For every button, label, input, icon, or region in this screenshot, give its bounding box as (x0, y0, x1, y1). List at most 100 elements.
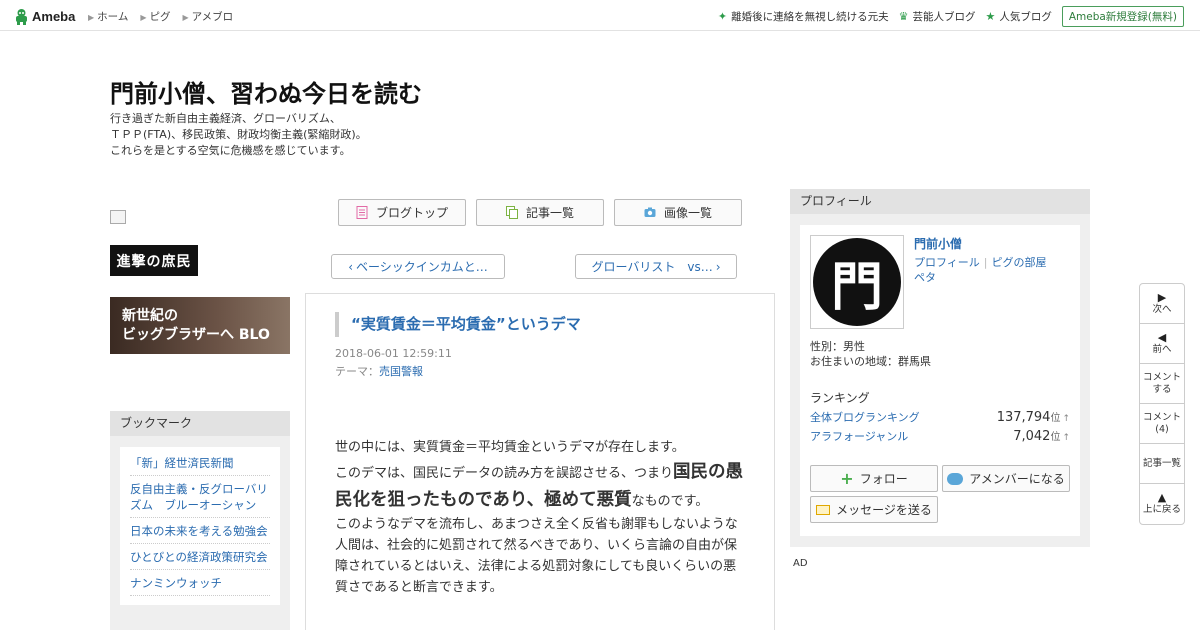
bookmark-item[interactable]: 日本の未来を考える勉強会 (130, 521, 270, 544)
banner-line: ビッグブラザーへ BLO (122, 327, 270, 343)
tab-blog-top[interactable]: ブログトップ (338, 199, 466, 226)
plus-icon: + (840, 469, 854, 488)
entry-list-button[interactable]: 記事一覧 (1140, 444, 1184, 484)
crown-icon: ♛ (898, 10, 909, 23)
top-nav: ▶ ホーム ▶ ピグ ▶ アメブロ (88, 9, 245, 24)
bookmark-item[interactable]: ナンミンウォッチ (130, 573, 270, 596)
tab-entry-list[interactable]: 記事一覧 (476, 199, 604, 226)
comment-label: する (1152, 383, 1172, 395)
ranking-unit: 位 (1050, 413, 1061, 424)
nav-home[interactable]: ▶ ホーム (88, 9, 128, 24)
tab-blog-top-label: ブログトップ (375, 206, 448, 220)
trending-topic-link[interactable]: ✦ 離婚後に連絡を無視し続ける元夫 (718, 9, 889, 24)
next-label: 次へ (1152, 303, 1172, 315)
comment-button[interactable]: コメント する (1140, 364, 1184, 404)
profile-card: 門 門前小僧 プロフィール | ピグの部屋 ペタ 性別：男性 お住まいの地域：群馬県… (800, 225, 1080, 536)
entry-text: なものです。 (631, 494, 709, 509)
trending-topic-label: 離婚後に連絡を無視し続ける元夫 (731, 11, 889, 23)
ameba-logo-text: Ameba (32, 8, 76, 24)
celebrity-blog-label: 芸能人ブログ (912, 11, 976, 23)
bookmark-item[interactable]: ひとびとの経済政策研究会 (130, 547, 270, 570)
prev-button[interactable]: ◀ 前へ (1140, 324, 1184, 364)
genre-ranking-link[interactable]: アラフォージャンル (810, 428, 908, 444)
sparkle-icon: ✦ (717, 10, 728, 23)
back-to-top-label: 上に戻る (1142, 504, 1181, 515)
chevron-left-icon: ‹ (348, 259, 354, 274)
chat-icon (947, 472, 964, 485)
entry-text: このデマは、国民にデータの読み方を誤認させる、つまり (335, 466, 674, 481)
tab-image-list[interactable]: 画像一覧 (614, 199, 742, 226)
peta-link[interactable]: ペタ (914, 270, 1047, 285)
nav-pigg[interactable]: ▶ ピグ (140, 9, 170, 24)
bookmark-title: ブックマーク (110, 411, 290, 436)
overall-ranking-link[interactable]: 全体ブログランキング (810, 409, 920, 425)
ranking-row: 全体ブログランキング 137,794位 ↑ (810, 409, 1070, 425)
back-to-top-button[interactable]: ▲ 上に戻る (1140, 484, 1184, 524)
next-entry-link[interactable]: グローバリスト vs… › (575, 254, 737, 279)
triangle-right-icon: ▶ (1157, 290, 1167, 304)
register-button[interactable]: Ameba新規登録(無料) (1061, 6, 1184, 27)
ranking-value: 137,794 (996, 410, 1051, 425)
blog-title[interactable]: 門前小僧、習わぬ今日を読む (110, 74, 422, 109)
pigg-room-link[interactable]: ピグの部屋 (992, 256, 1047, 269)
entry-paragraph: このようなデマを流布し、あまつさえ全く反省も謝罪もしないような人間は、社会的に処… (335, 517, 738, 595)
follow-button[interactable]: + フォロー (810, 465, 938, 492)
popular-blog-link[interactable]: ★ 人気ブログ (985, 9, 1051, 24)
bookmark-widget: ブックマーク 「新」経世済民新聞 反自由主義・反グローバリズム ブルーオーシャン… (110, 411, 290, 630)
big-brother-banner[interactable]: 新世紀の ビッグブラザーへ BLO (110, 297, 290, 354)
entry-title[interactable]: “実質賃金＝平均賃金”というデマ (335, 312, 581, 337)
profile-widget: プロフィール 門 門前小僧 プロフィール | ピグの部屋 ペタ 性別：男性 お住まい… (790, 189, 1090, 547)
camera-icon (644, 207, 656, 217)
triangle-left-icon: ◀ (1157, 330, 1167, 344)
prev-entry-label: ベーシックインカムと… (356, 260, 488, 274)
comments-count: (4) (1155, 423, 1169, 435)
ad-label: AD (793, 558, 808, 569)
bookmark-list: 「新」経世済民新聞 反自由主義・反グローバリズム ブルーオーシャン 日本の未来を… (120, 447, 280, 605)
nav-pigg-label: ピグ (149, 11, 171, 23)
blog-description: 行き過ぎた新自由主義経済、グローバリズム、 ＴＰＰ(FTA)、移民政策、財政均衡… (110, 111, 367, 159)
profile-info: 性別：男性 お住まいの地域：群馬県 (810, 339, 931, 369)
profile-name[interactable]: 門前小僧 (914, 235, 962, 252)
entry-paragraph: このデマは、国民にデータの読み方を誤認させる、つまり国民の愚民化を狙ったものであ… (335, 458, 747, 514)
document-icon (356, 206, 368, 219)
triangle-right-icon: ▶ (88, 13, 95, 22)
blog-desc-line: これらを是とする空気に危機感を感じています。 (110, 144, 351, 157)
profile-link[interactable]: プロフィール (914, 256, 980, 269)
prev-entry-link[interactable]: ‹ ベーシックインカムと… (331, 254, 505, 279)
star-icon: ★ (985, 10, 996, 23)
avatar[interactable]: 門 (810, 235, 904, 329)
triangle-right-icon: ▶ (140, 13, 147, 22)
follow-label: フォロー (859, 472, 908, 486)
global-header: Ameba ▶ ホーム ▶ ピグ ▶ アメブロ ✦ 離婚後に連絡を無視し続ける元夫 ♛ 芸… (0, 0, 1200, 31)
separator: | (983, 256, 988, 269)
blog-desc-line: ＴＰＰ(FTA)、移民政策、財政均衡主義(緊縮財政)。 (110, 128, 367, 141)
nav-ameblo[interactable]: ▶ アメブロ (183, 9, 234, 24)
triangle-right-icon: ▶ (182, 13, 189, 22)
send-message-button[interactable]: メッセージを送る (810, 496, 938, 523)
next-button[interactable]: ▶ 次へ (1140, 284, 1184, 324)
bookmark-item[interactable]: 反自由主義・反グローバリズム ブルーオーシャン (130, 479, 270, 518)
ranking-row: アラフォージャンル 7,042位 ↑ (810, 428, 1070, 444)
nav-home-label: ホーム (97, 11, 129, 23)
tab-image-list-label: 画像一覧 (663, 206, 712, 220)
celebrity-blog-link[interactable]: ♛ 芸能人ブログ (899, 9, 976, 24)
copy-icon (505, 206, 518, 219)
comments-label: コメント (1142, 411, 1181, 423)
bookmark-item[interactable]: 「新」経世済民新聞 (130, 453, 270, 476)
nav-ameblo-label: アメブロ (191, 11, 234, 23)
amember-button[interactable]: アメンバーになる (942, 465, 1070, 492)
profile-title: プロフィール (790, 189, 1090, 214)
rank-up-icon: ↑ (1062, 433, 1070, 443)
entry-theme-link[interactable]: 売国警報 (379, 365, 423, 378)
ameba-logo[interactable]: Ameba (14, 7, 75, 25)
popular-blog-label: 人気ブログ (999, 11, 1052, 23)
ameba-logo-icon (16, 8, 27, 25)
top-right-links: ✦ 離婚後に連絡を無視し続ける元夫 ♛ 芸能人ブログ ★ 人気ブログ Ameba新規登… (718, 6, 1184, 27)
comments-count-button[interactable]: コメント (4) (1140, 404, 1184, 444)
side-nav: ▶ 次へ ◀ 前へ コメント する コメント (4) 記事一覧 ▲ 上に戻る (1139, 283, 1185, 525)
ranking-unit: 位 (1050, 432, 1061, 443)
shingeki-banner[interactable]: 進撃の庶民 (110, 245, 198, 276)
rank-up-icon: ↑ (1062, 414, 1070, 424)
entry-paragraph: 世の中には、実質賃金＝平均賃金というデマが存在します。 (335, 440, 685, 455)
profile-links: プロフィール | ピグの部屋 ペタ (914, 255, 1047, 285)
